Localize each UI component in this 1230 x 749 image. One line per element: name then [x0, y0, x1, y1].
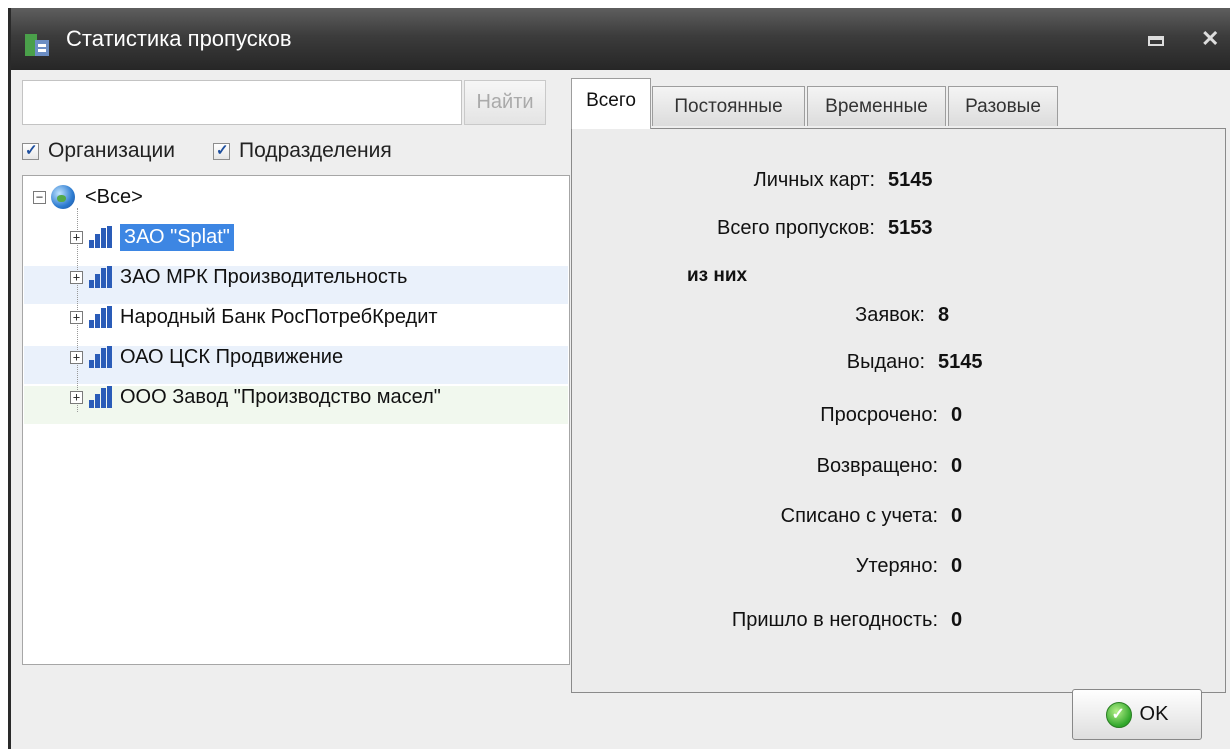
stat-issued-value: 5145	[938, 351, 983, 373]
close-icon[interactable]: ✕	[1201, 24, 1219, 54]
expand-icon[interactable]: +	[70, 270, 83, 284]
filter-departments[interactable]: Подразделения	[213, 136, 392, 166]
filter-departments-label: Подразделения	[239, 139, 392, 162]
filter-organizations-label: Организации	[48, 139, 176, 162]
stat-total-passes-value: 5153	[888, 217, 933, 239]
of-them-heading: из них	[687, 265, 748, 286]
window-title: Статистика пропусков	[66, 26, 292, 51]
organization-icon	[88, 386, 114, 408]
organization-tree[interactable]: − <Все> + ЗАО "Splat" + ЗАО МРК Производ…	[22, 175, 570, 665]
tree-item-label: ООО Завод "Производство масел"	[120, 385, 441, 408]
tree-item[interactable]: + ОАО ЦСК Продвижение	[70, 338, 343, 376]
title-bar[interactable]: Статистика пропусков ✕	[11, 8, 1230, 70]
statistics-window: Статистика пропусков ✕ Найти Организации…	[8, 8, 1230, 749]
filter-organizations[interactable]: Организации	[22, 136, 175, 166]
stat-personal-cards-value: 5145	[888, 169, 933, 191]
stat-issued-label: Выдано:	[846, 351, 925, 373]
checkbox-icon[interactable]	[22, 141, 39, 160]
tree-root[interactable]: − <Все>	[33, 178, 143, 216]
search-input[interactable]	[22, 80, 462, 125]
organization-icon	[88, 346, 114, 368]
expand-icon[interactable]: +	[70, 230, 83, 244]
tab-permanent[interactable]: Постоянные	[652, 86, 805, 126]
tree-item-label: ОАО ЦСК Продвижение	[120, 345, 344, 368]
find-button[interactable]: Найти	[464, 80, 546, 125]
stat-unusable-value: 0	[951, 609, 963, 631]
ok-button[interactable]: OK	[1072, 689, 1202, 740]
stat-lost-label: Утеряно:	[855, 555, 938, 577]
tab-one-time[interactable]: Разовые	[948, 86, 1058, 126]
organization-icon	[88, 266, 114, 288]
stat-requests-label: Заявок:	[855, 304, 925, 326]
expand-icon[interactable]: +	[70, 350, 83, 364]
stat-lost-value: 0	[951, 555, 963, 577]
tree-item-label: ЗАО "Splat"	[120, 223, 234, 251]
check-icon	[1105, 701, 1132, 728]
stat-written-off-label: Списано с учета:	[780, 505, 938, 527]
tab-temporary[interactable]: Временные	[807, 86, 946, 126]
tree-root-label: <Все>	[85, 185, 143, 208]
tab-total[interactable]: Всего	[571, 78, 651, 129]
stat-returned-value: 0	[951, 455, 963, 477]
tree-item[interactable]: + Народный Банк РосПотребКредит	[70, 298, 438, 336]
maximize-icon[interactable]	[1146, 24, 1166, 54]
tree-item[interactable]: + ЗАО "Splat"	[70, 218, 234, 256]
collapse-icon[interactable]: −	[33, 190, 46, 204]
stat-expired-label: Просрочено:	[820, 404, 938, 426]
ok-button-label: OK	[1139, 703, 1169, 725]
globe-icon	[51, 185, 75, 209]
organization-icon	[88, 306, 114, 328]
tree-item-label: Народный Банк РосПотребКредит	[120, 305, 438, 328]
app-icon	[25, 34, 49, 56]
stat-returned-label: Возвращено:	[816, 455, 938, 477]
stat-personal-cards-label: Личных карт:	[753, 169, 875, 191]
stat-unusable-label: Пришло в негодность:	[731, 609, 938, 631]
stat-expired-value: 0	[951, 404, 963, 426]
tree-item[interactable]: + ООО Завод "Производство масел"	[70, 378, 441, 416]
organization-icon	[88, 226, 114, 248]
stat-written-off-value: 0	[951, 505, 963, 527]
expand-icon[interactable]: +	[70, 390, 83, 404]
tree-item[interactable]: + ЗАО МРК Производительность	[70, 258, 407, 296]
stat-requests-value: 8	[938, 304, 950, 326]
expand-icon[interactable]: +	[70, 310, 83, 324]
checkbox-icon[interactable]	[213, 141, 230, 160]
stat-total-passes-label: Всего пропусков:	[717, 217, 875, 239]
tree-item-label: ЗАО МРК Производительность	[120, 265, 408, 288]
stats-panel: Личных карт: 5145 Всего пропусков: 5153 …	[571, 128, 1226, 693]
